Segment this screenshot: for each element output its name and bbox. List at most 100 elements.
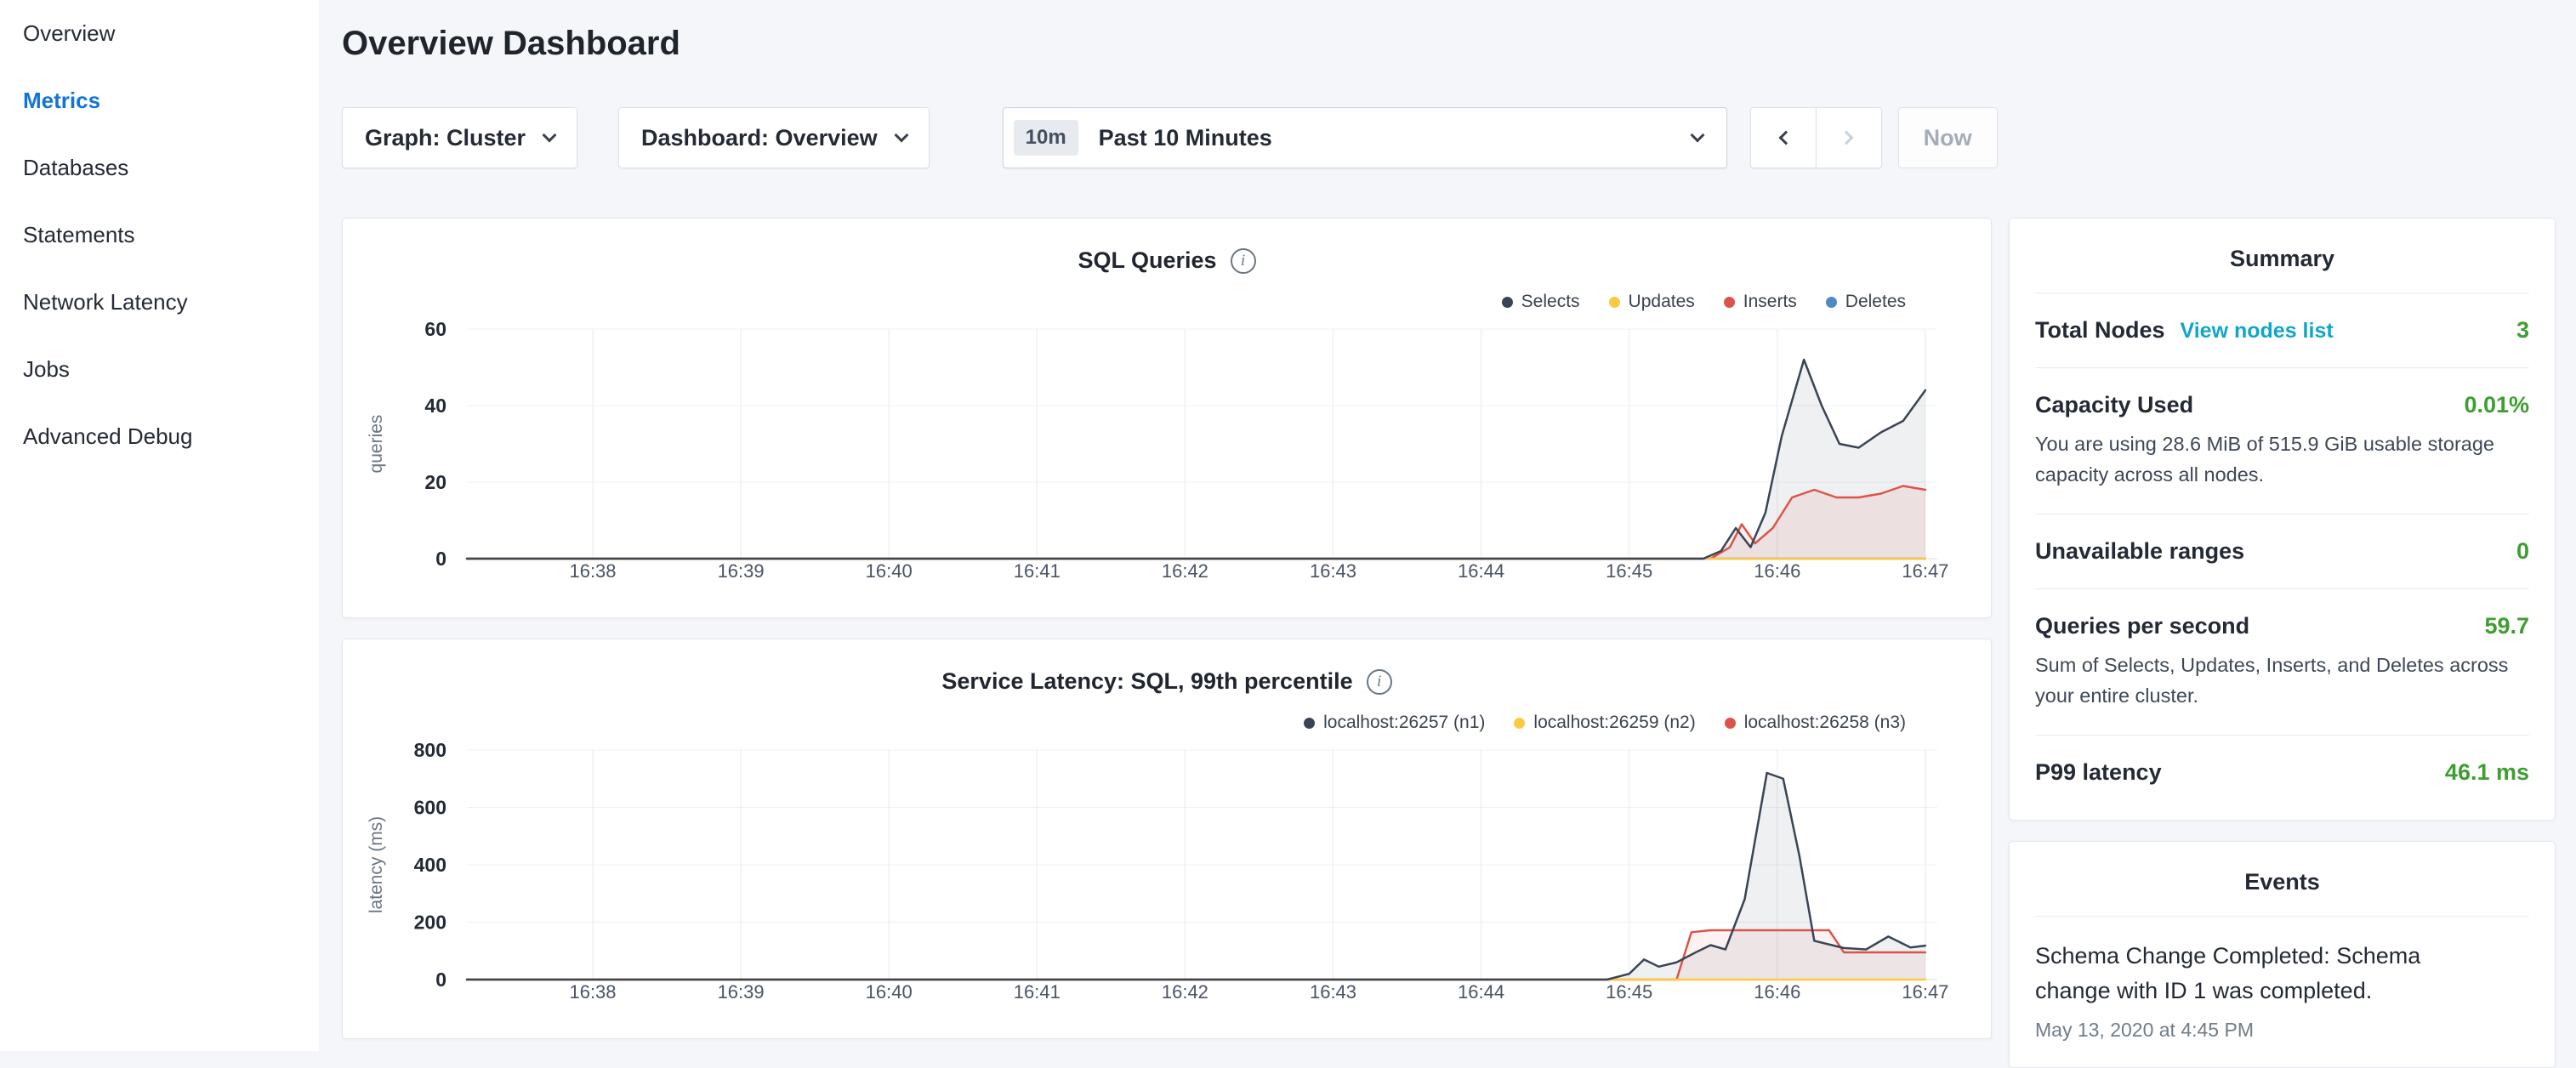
x-tick-label: 16:38 <box>569 560 616 582</box>
sidebar-item-databases[interactable]: Databases <box>0 134 319 202</box>
series-line <box>467 360 1925 559</box>
line-chart-sql-queries: 020406016:3816:3916:4016:4116:4216:4316:… <box>343 312 1992 610</box>
y-tick-label: 400 <box>414 854 446 876</box>
x-tick-label: 16:45 <box>1606 981 1652 1003</box>
chart-legend: Selects Updates Inserts Deletes <box>1502 292 1906 312</box>
sidebar-item-network-latency[interactable]: Network Latency <box>0 269 319 336</box>
legend-dot-icon <box>1609 297 1620 308</box>
sidebar-item-overview[interactable]: Overview <box>0 0 319 67</box>
chevron-down-icon <box>1690 128 1704 143</box>
y-tick-label: 200 <box>414 912 446 934</box>
time-prev-button[interactable] <box>1750 107 1817 168</box>
series-area <box>467 486 1925 560</box>
summary-value: 3 <box>2516 317 2529 344</box>
page-title: Overview Dashboard <box>342 24 2556 63</box>
x-tick-label: 16:46 <box>1754 560 1800 582</box>
chart-header: Service Latency: SQL, 99th percentile i <box>343 668 1991 695</box>
time-step-buttons <box>1750 107 1882 168</box>
line-chart-service-latency: 020040060080016:3816:3916:4016:4116:4216… <box>343 733 1992 1031</box>
summary-value: 59.7 <box>2484 613 2529 639</box>
event-timestamp: May 13, 2020 at 4:45 PM <box>2035 1019 2529 1042</box>
y-tick-label: 600 <box>414 797 446 819</box>
x-tick-label: 16:46 <box>1754 981 1800 1003</box>
sidebar-item-advanced-debug[interactable]: Advanced Debug <box>0 403 319 470</box>
y-tick-label: 60 <box>424 318 446 340</box>
x-tick-label: 16:47 <box>1902 560 1948 582</box>
time-range-selector[interactable]: 10m Past 10 Minutes <box>1003 107 1727 168</box>
x-tick-label: 16:47 <box>1902 981 1948 1003</box>
legend-dot-icon <box>1514 718 1525 729</box>
chart-header: SQL Queries i <box>343 247 1991 274</box>
y-tick-label: 0 <box>435 969 446 991</box>
graph-dropdown-label: Graph: Cluster <box>365 125 526 151</box>
event-message: Schema Change Completed: Schema change w… <box>2035 939 2437 1008</box>
summary-row-unavailable-ranges: Unavailable ranges 0 <box>2035 514 2529 589</box>
summary-label: Unavailable ranges <box>2035 538 2244 565</box>
summary-row-total-nodes: Total Nodes View nodes list 3 <box>2035 293 2529 368</box>
x-tick-label: 16:39 <box>718 560 765 582</box>
series-area <box>467 360 1925 559</box>
summary-row-queries-per-second: Queries per second 59.7 Sum of Selects, … <box>2035 589 2529 736</box>
dashboard-dropdown[interactable]: Dashboard: Overview <box>618 107 930 168</box>
legend-item[interactable]: Selects <box>1502 292 1580 312</box>
time-next-button[interactable] <box>1816 107 1882 168</box>
summary-value: 0.01% <box>2464 392 2529 418</box>
x-tick-label: 16:38 <box>569 981 616 1003</box>
summary-label: Capacity Used <box>2035 392 2193 418</box>
legend-item[interactable]: Updates <box>1609 292 1695 312</box>
chevron-right-icon <box>1839 131 1853 145</box>
event-item: Schema Change Completed: Schema change w… <box>2035 917 2529 1067</box>
legend-dot-icon <box>1826 297 1837 308</box>
summary-label: Queries per second <box>2035 613 2249 639</box>
summary-label: P99 latency <box>2035 759 2162 786</box>
view-nodes-list-link[interactable]: View nodes list <box>2181 319 2334 344</box>
x-tick-label: 16:44 <box>1458 560 1504 582</box>
x-tick-label: 16:40 <box>866 981 913 1003</box>
legend-dot-icon <box>1502 297 1513 308</box>
x-tick-label: 16:40 <box>866 560 913 582</box>
y-tick-label: 0 <box>435 548 446 570</box>
summary-label: Total Nodes <box>2035 317 2165 344</box>
chart-card-sql-queries: SQL Queries i Selects Updates Inserts Delet… <box>342 218 1992 618</box>
y-axis-label: latency (ms) <box>367 816 386 913</box>
legend-dot-icon <box>1725 718 1736 729</box>
x-tick-label: 16:45 <box>1606 560 1652 582</box>
chart-title: SQL Queries <box>1078 247 1216 274</box>
y-axis-label: queries <box>367 415 386 474</box>
summary-title: Summary <box>2035 219 2529 293</box>
x-tick-label: 16:43 <box>1310 560 1356 582</box>
legend-item[interactable]: localhost:26257 (n1) <box>1304 713 1485 733</box>
graph-dropdown[interactable]: Graph: Cluster <box>342 107 577 168</box>
legend-label: localhost:26258 (n3) <box>1744 713 1906 733</box>
x-tick-label: 16:42 <box>1162 981 1208 1003</box>
y-tick-label: 20 <box>424 471 446 493</box>
controls-bar: Graph: Cluster Dashboard: Overview 10m P… <box>342 107 2556 168</box>
x-tick-label: 16:39 <box>718 981 765 1003</box>
summary-subtext: Sum of Selects, Updates, Inserts, and De… <box>2035 650 2529 711</box>
chevron-left-icon <box>1778 131 1793 145</box>
y-tick-label: 40 <box>424 395 446 417</box>
chart-card-service-latency: Service Latency: SQL, 99th percentile i … <box>342 639 1992 1039</box>
legend-label: localhost:26259 (n2) <box>1533 713 1695 733</box>
info-icon[interactable]: i <box>1231 248 1256 274</box>
legend-label: Deletes <box>1845 292 1906 312</box>
now-button[interactable]: Now <box>1898 107 1998 168</box>
charts-column: SQL Queries i Selects Updates Inserts Delet… <box>342 218 1992 1039</box>
sidebar-item-metrics[interactable]: Metrics <box>0 67 319 134</box>
summary-value: 46.1 ms <box>2445 759 2529 786</box>
x-tick-label: 16:41 <box>1014 981 1061 1003</box>
sidebar: Overview Metrics Databases Statements Ne… <box>0 0 319 1051</box>
chart-legend: localhost:26257 (n1) localhost:26259 (n2)… <box>1304 713 1906 733</box>
legend-label: Inserts <box>1743 292 1797 312</box>
legend-item[interactable]: Inserts <box>1724 292 1797 312</box>
legend-dot-icon <box>1724 297 1735 308</box>
events-card: Events Schema Change Completed: Schema c… <box>2009 841 2556 1068</box>
x-tick-label: 16:41 <box>1014 560 1061 582</box>
summary-subtext: You are using 28.6 MiB of 515.9 GiB usab… <box>2035 429 2529 490</box>
info-icon[interactable]: i <box>1367 669 1392 695</box>
legend-item[interactable]: Deletes <box>1826 292 1906 312</box>
legend-item[interactable]: localhost:26258 (n3) <box>1725 713 1906 733</box>
legend-item[interactable]: localhost:26259 (n2) <box>1514 713 1695 733</box>
sidebar-item-jobs[interactable]: Jobs <box>0 336 319 403</box>
sidebar-item-statements[interactable]: Statements <box>0 202 319 269</box>
